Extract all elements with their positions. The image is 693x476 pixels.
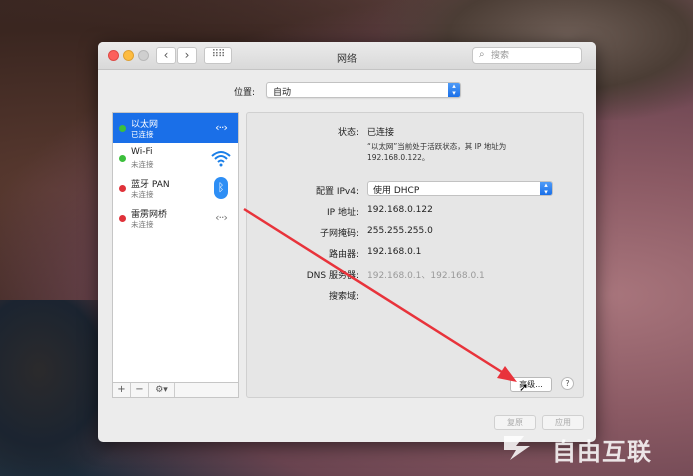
ip-address-value: 192.168.0.122	[367, 205, 433, 215]
router-label: 路由器:	[328, 250, 359, 260]
mouse-cursor-icon: ➚	[519, 381, 529, 394]
search-input[interactable]	[491, 49, 579, 62]
remove-service-button[interactable]: −	[131, 383, 149, 397]
help-button[interactable]: ?	[561, 377, 574, 390]
service-name: Wi-Fi	[131, 147, 153, 157]
service-list: 以太网 已连接 ‹··› Wi-Fi 未连接 蓝牙 PAN 未连接 ᛒ 雷雳网桥…	[112, 112, 239, 398]
bluetooth-icon: ᛒ	[214, 177, 228, 199]
service-detail-pane: 状态: 已连接 “以太网”当前处于活跃状态，其 IP 地址为 192.168.0…	[246, 112, 584, 398]
status-dot-green	[119, 155, 126, 162]
wifi-icon	[210, 148, 232, 168]
location-label: 位置:	[234, 88, 256, 98]
select-arrows-icon: ▴ ▾	[448, 83, 460, 97]
status-dot-red	[119, 215, 126, 222]
service-item-thunderbolt-bridge[interactable]: 雷雳网桥 未连接 ‹··›	[113, 203, 238, 233]
subnet-mask-label: 子网掩码:	[319, 229, 359, 239]
ethernet-icon: ‹··›	[215, 121, 228, 134]
watermark: 自由互联	[500, 428, 690, 468]
title-bar: ‹ › ⠿⠿ 网络 ⌕	[98, 42, 596, 70]
status-description: “以太网”当前处于活跃状态，其 IP 地址为 192.168.0.122。	[367, 142, 507, 162]
gear-menu-button[interactable]: ⚙▾	[149, 383, 175, 397]
dns-server-value: 192.168.0.1、192.168.0.1	[367, 271, 485, 281]
service-status: 未连接	[131, 160, 154, 169]
status-dot-red	[119, 185, 126, 192]
status-label: 状态:	[337, 128, 359, 138]
service-item-ethernet[interactable]: 以太网 已连接 ‹··›	[113, 113, 238, 143]
service-status: 未连接	[131, 220, 154, 229]
status-value: 已连接	[367, 128, 395, 138]
advanced-button[interactable]: 高级...	[510, 377, 552, 392]
dns-server-label: DNS 服务器:	[306, 271, 359, 281]
watermark-logo-icon	[504, 436, 530, 460]
service-status: 未连接	[131, 190, 154, 199]
ipv4-config-label: 配置 IPv4:	[315, 187, 359, 197]
search-field[interactable]: ⌕	[472, 47, 582, 64]
service-status: 已连接	[131, 130, 154, 139]
ethernet-icon: ‹··›	[215, 211, 228, 224]
router-value: 192.168.0.1	[367, 247, 422, 257]
service-list-footer: + − ⚙▾	[112, 382, 239, 398]
search-domains-label: 搜索域:	[328, 292, 359, 302]
service-item-wifi[interactable]: Wi-Fi 未连接	[113, 143, 238, 173]
ipv4-config-value: 使用 DHCP	[373, 186, 420, 196]
add-service-button[interactable]: +	[113, 383, 131, 397]
ipv4-config-select[interactable]: 使用 DHCP ▴ ▾	[367, 181, 553, 196]
location-value: 自动	[273, 88, 292, 98]
ip-address-label: IP 地址:	[327, 208, 359, 218]
subnet-mask-value: 255.255.255.0	[367, 226, 433, 236]
search-icon: ⌕	[479, 49, 485, 60]
select-arrows-icon: ▴ ▾	[540, 182, 552, 196]
status-dot-green	[119, 125, 126, 132]
service-item-bluetooth-pan[interactable]: 蓝牙 PAN 未连接 ᛒ	[113, 173, 238, 203]
watermark-text: 自由互联	[552, 438, 652, 466]
location-select[interactable]: 自动 ▴ ▾	[266, 82, 461, 98]
